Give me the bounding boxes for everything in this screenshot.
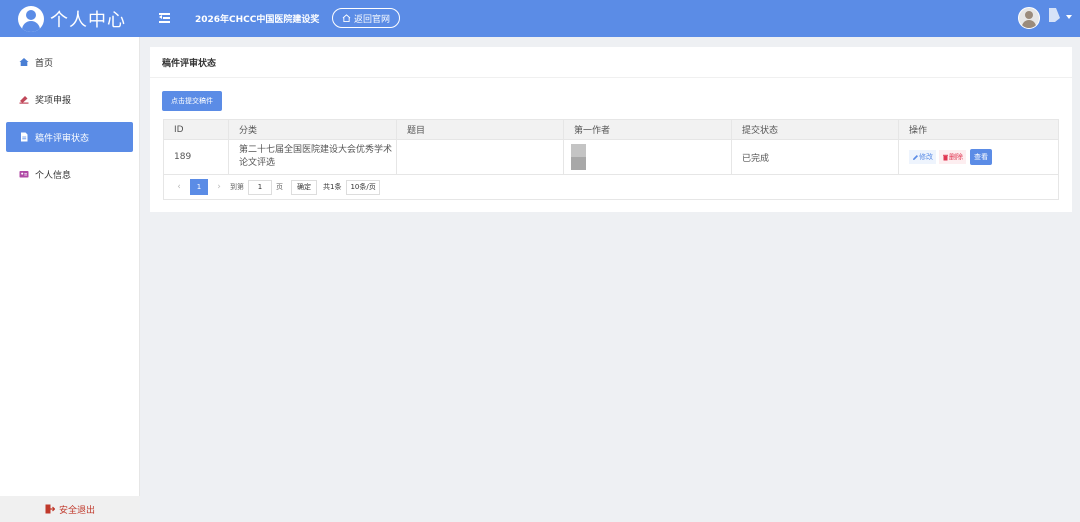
current-page-button[interactable]: 1 [190, 179, 208, 195]
delete-label: 删除 [949, 153, 963, 161]
column-header-first-author[interactable]: 第一作者 [564, 120, 732, 139]
cell-category: 第二十七届全国医院建设大会优秀学术论文评选 [229, 140, 397, 174]
chevron-down-icon[interactable] [1066, 15, 1072, 19]
cell-actions: 修改 删除 查看 [899, 140, 1058, 174]
document-icon [21, 132, 28, 142]
top-header: 个人中心 2026年CHCC中国医院建设奖 返回官网 [0, 0, 1080, 37]
redacted-author-image [571, 144, 586, 170]
sidebar: 首页 奖项申报 稿件评审状态 个人信息 安全退出 [0, 37, 140, 522]
sidebar-item-profile[interactable]: 个人信息 [6, 159, 133, 189]
page-size-select[interactable]: 10条/页 [346, 179, 380, 195]
total-count: 共1条 [323, 183, 342, 191]
column-header-title[interactable]: 题目 [397, 120, 564, 139]
sidebar-item-label: 首页 [35, 58, 54, 69]
table-row: 189 第二十七届全国医院建设大会优秀学术论文评选 已完成 修改 删除 查看 [164, 140, 1058, 175]
sidebar-item-review-status[interactable]: 稿件评审状态 [6, 122, 133, 152]
brand-title: 个人中心 [50, 9, 126, 31]
cell-title [397, 140, 564, 174]
next-page-icon[interactable]: › [212, 182, 226, 192]
goto-suffix: 页 [276, 183, 283, 191]
home-icon [19, 58, 29, 66]
column-header-actions[interactable]: 操作 [899, 120, 1058, 139]
logout-icon [45, 504, 55, 514]
logout-label: 安全退出 [58, 505, 95, 516]
sidebar-item-label: 个人信息 [35, 170, 72, 181]
manuscript-table: ID 分类 题目 第一作者 提交状态 操作 189 第二十七届全国医院建设大会优… [163, 119, 1059, 200]
cell-status: 已完成 [732, 140, 899, 174]
review-status-card: 稿件评审状态 点击提交稿件 ID 分类 题目 第一作者 提交状态 操作 189 … [150, 47, 1072, 212]
sidebar-item-label: 稿件评审状态 [35, 133, 90, 144]
goto-page-input[interactable] [248, 179, 272, 195]
card-title: 稿件评审状态 [150, 47, 1072, 78]
sidebar-item-home[interactable]: 首页 [6, 47, 133, 77]
menu-toggle-icon[interactable] [159, 12, 170, 23]
site-title: 2026年CHCC中国医院建设奖 [195, 15, 320, 25]
view-button[interactable]: 查看 [970, 149, 992, 165]
user-menu-icon[interactable] [1048, 7, 1062, 23]
sidebar-item-label: 奖项申报 [35, 95, 72, 106]
user-avatar[interactable] [1018, 7, 1040, 29]
pencil-icon [913, 154, 918, 160]
back-to-site-button[interactable]: 返回官网 [332, 8, 400, 28]
award-icon [19, 96, 29, 104]
table-header-row: ID 分类 题目 第一作者 提交状态 操作 [164, 120, 1058, 140]
submit-manuscript-button[interactable]: 点击提交稿件 [162, 91, 222, 111]
edit-label: 修改 [919, 153, 933, 161]
trash-icon [943, 154, 948, 160]
goto-prefix: 到第 [230, 183, 244, 191]
logout-button[interactable]: 安全退出 [0, 496, 140, 522]
brand: 个人中心 [18, 5, 126, 32]
cell-id: 189 [164, 140, 229, 174]
column-header-status[interactable]: 提交状态 [732, 120, 899, 139]
prev-page-icon[interactable]: ‹ [172, 182, 186, 192]
id-card-icon [19, 171, 29, 178]
delete-button[interactable]: 删除 [939, 150, 966, 164]
pagination: ‹ 1 › 到第 页 确定 共1条 10条/页 [164, 175, 1058, 199]
back-to-site-label: 返回官网 [353, 14, 390, 25]
sidebar-item-award[interactable]: 奖项申报 [6, 84, 133, 114]
goto-confirm-button[interactable]: 确定 [291, 179, 317, 195]
edit-button[interactable]: 修改 [909, 150, 936, 164]
cell-first-author [564, 140, 732, 174]
user-profile-icon [18, 5, 44, 32]
home-outline-icon [342, 14, 351, 22]
column-header-id[interactable]: ID [164, 120, 229, 139]
column-header-category[interactable]: 分类 [229, 120, 397, 139]
